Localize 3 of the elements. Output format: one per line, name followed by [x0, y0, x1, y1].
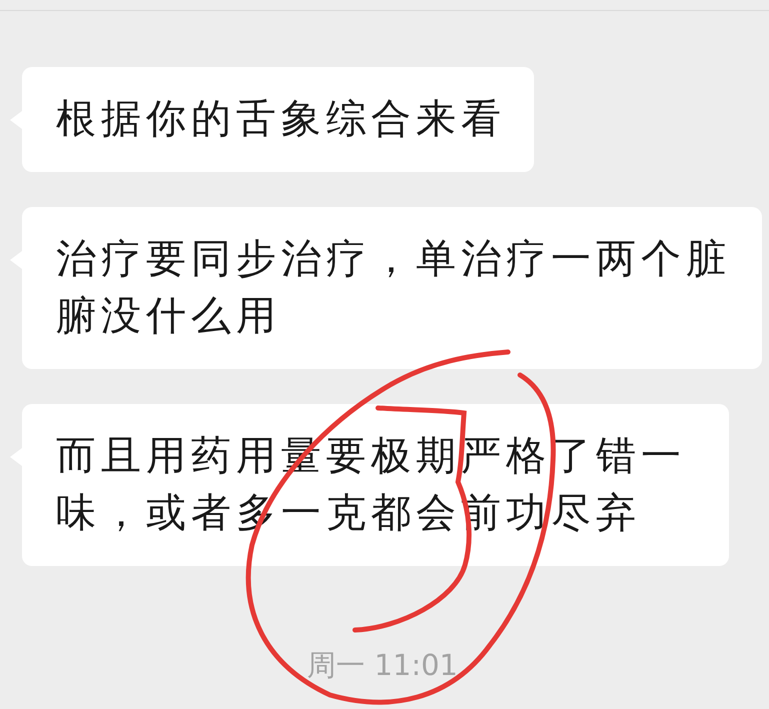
message-bubble: 根据你的舌象综合来看: [22, 67, 534, 172]
message-bubble: 治疗要同步治疗，单治疗一两个脏腑没什么用: [22, 207, 762, 369]
timestamp: 周一 11:01: [307, 647, 458, 684]
